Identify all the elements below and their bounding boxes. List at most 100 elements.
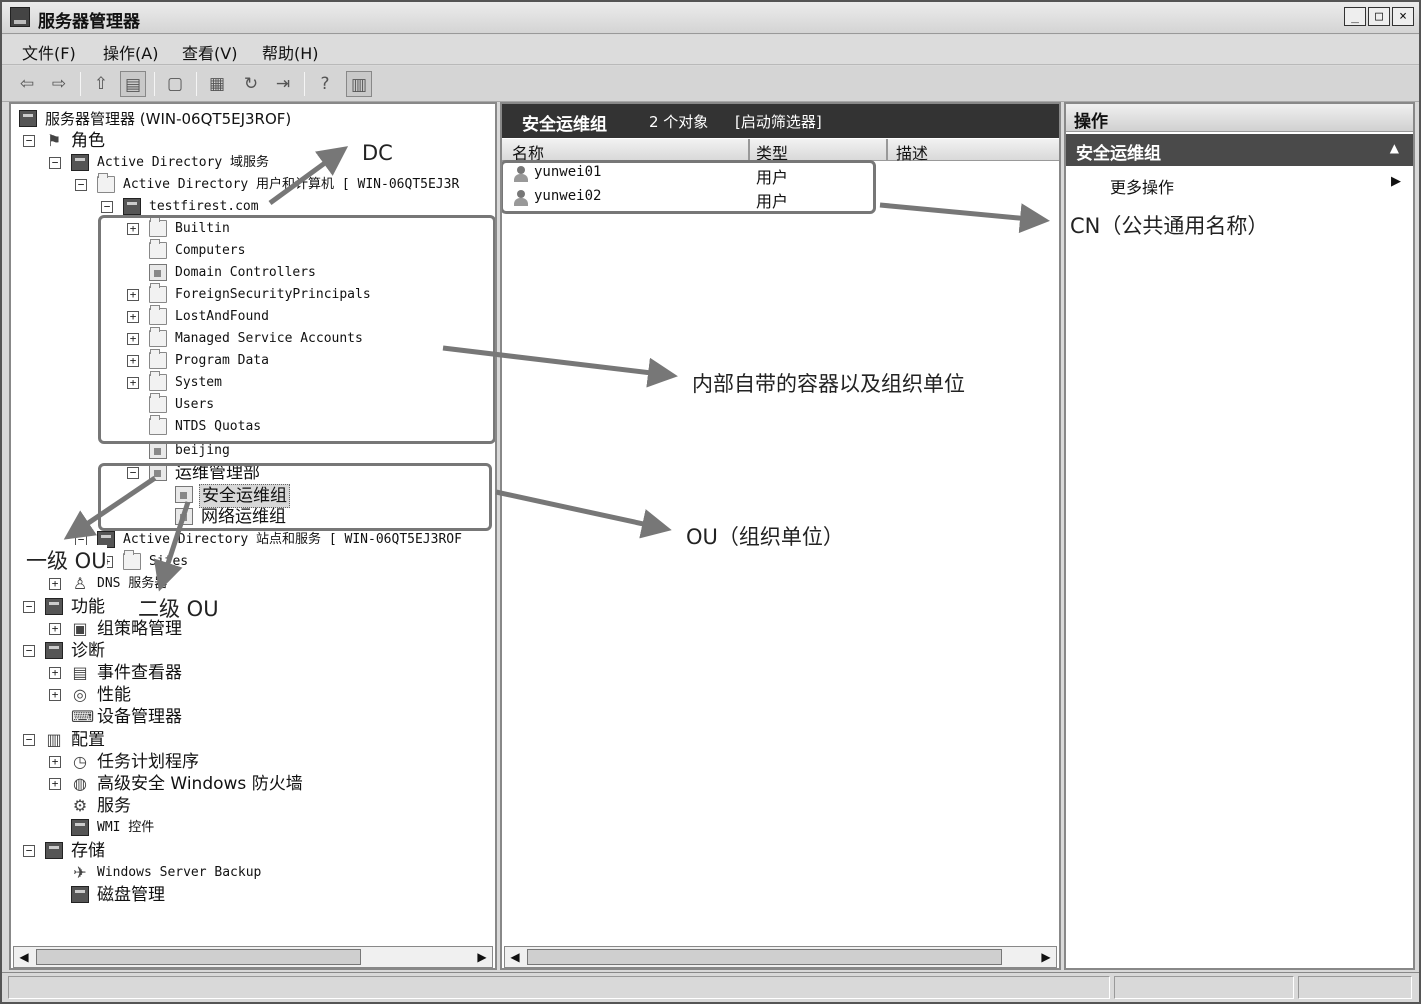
tree-item-label: WMI 控件 [97,820,155,835]
maximize-button[interactable]: □ [1368,7,1390,26]
tree-item-label: 存储 [71,841,105,861]
expand-icon[interactable]: + [49,578,61,590]
help-icon[interactable]: ? [312,71,338,97]
up-icon[interactable]: ⇧ [88,71,114,97]
actions-section-header[interactable]: 安全运维组 ▲ [1066,134,1413,166]
server-manager-app-icon [10,7,30,27]
annotation-builtin-containers: 内部自带的容器以及组织单位 [692,372,965,396]
tree-horizontal-scrollbar[interactable]: ◀ ▶ [13,946,493,968]
scrollbar-thumb[interactable] [527,949,1002,965]
back-icon[interactable]: ⇦ [14,71,40,97]
expand-icon[interactable]: + [49,623,61,635]
firewall-icon: ◍ [73,774,87,793]
object-count: 2 个对象 [649,113,709,131]
group-policy-icon: ▣ [72,619,88,638]
column-header-type[interactable]: 类型 [756,140,788,163]
status-segment [1114,976,1294,999]
tree-item-label: 性能 [97,685,131,705]
show-hide-action-icon[interactable]: ▥ [346,71,372,97]
collapse-icon[interactable]: − [23,645,35,657]
expand-icon[interactable]: + [49,667,61,679]
clock-icon: ◷ [73,752,87,771]
diagnostics-icon [45,642,63,659]
expand-icon[interactable]: + [49,689,61,701]
menu-action[interactable]: 操作(A) [103,40,158,64]
collapse-icon[interactable]: − [49,157,61,169]
results-title: 安全运维组 [522,115,607,135]
tree-item-label: 磁盘管理 [97,885,165,905]
tree-item-label: Active Directory 站点和服务 [ WIN-06QT5EJ3ROF [123,532,462,547]
roles-icon: ⚑ [46,131,62,150]
ou-icon [149,442,167,459]
menu-help[interactable]: 帮助(H) [262,40,319,64]
expand-icon[interactable]: + [49,756,61,768]
tree-item-label: Sites [149,554,189,569]
actions-section-label: 安全运维组 [1076,144,1161,164]
status-segment [8,976,1110,999]
forward-icon[interactable]: ⇨ [46,71,72,97]
device-manager-icon: ⌨ [71,707,95,726]
collapse-up-icon[interactable]: ▲ [1390,141,1399,155]
disk-icon [71,886,89,903]
collapse-icon[interactable]: − [23,135,35,147]
filter-status[interactable]: [启动筛选器] [735,111,822,132]
scroll-left-icon[interactable]: ◀ [16,949,32,965]
title-bar: 服务器管理器 _ □ × [2,2,1419,34]
annotation-ou: OU（组织单位） [686,525,844,549]
annotation-first-ou: 一级 OU [26,545,107,575]
close-button[interactable]: × [1392,7,1414,26]
status-bar [2,972,1419,1002]
column-header-name[interactable]: 名称 [512,140,544,163]
tree-item-label: 服务器管理器 (WIN-06QT5EJ3ROF) [45,110,292,128]
tree-item-label: 事件查看器 [97,663,182,683]
export-icon[interactable]: ⇥ [270,71,296,97]
actions-title: 操作 [1074,112,1108,132]
folder-icon [123,550,141,570]
server-manager-icon [19,110,37,127]
expand-icon[interactable]: + [49,778,61,790]
column-separator[interactable] [886,139,888,161]
minimize-button[interactable]: _ [1344,7,1366,26]
tree-item-label: 高级安全 Windows 防火墙 [97,774,303,794]
menu-view[interactable]: 查看(V) [182,40,237,64]
more-actions-item[interactable]: 更多操作 [1110,174,1174,198]
properties-icon[interactable]: ▦ [204,71,230,97]
tree-item-label: 诊断 [71,641,105,661]
tree-item-label: Active Directory 用户和计算机 [ WIN-06QT5EJ3R [123,177,460,192]
collapse-icon[interactable]: − [23,734,35,746]
collapse-icon[interactable]: − [23,845,35,857]
submenu-arrow-icon[interactable]: ▶ [1391,174,1401,189]
results-horizontal-scrollbar[interactable]: ◀ ▶ [504,946,1057,968]
show-hide-tree-icon[interactable]: ▤ [120,71,146,97]
scroll-right-icon[interactable]: ▶ [474,949,490,965]
toolbar-separator [196,72,197,96]
menu-file[interactable]: 文件(F) [22,40,76,64]
scrollbar-thumb[interactable] [36,949,361,965]
copy-icon[interactable]: ▢ [162,71,188,97]
column-headers: 名称 类型 描述 [502,139,1059,163]
backup-icon: ✈ [73,863,87,882]
ad-domain-services-icon [71,154,89,171]
dns-server-icon: ♙ [72,574,88,593]
status-segment [1298,976,1412,999]
features-icon [45,598,63,615]
refresh-icon[interactable]: ↻ [238,71,264,97]
toolbar: ⇦ ⇨ ⇧ ▤ ▢ ▦ ↻ ⇥ ? ▥ [2,66,1419,102]
scroll-left-icon[interactable]: ◀ [507,949,523,965]
domain-icon [123,198,141,215]
actions-header: 操作 [1066,104,1413,132]
collapse-icon[interactable]: − [75,179,87,191]
server-manager-window: 服务器管理器 _ □ × 文件(F) 操作(A) 查看(V) 帮助(H) ⇦ ⇨… [0,0,1421,1004]
collapse-icon[interactable]: − [23,601,35,613]
scroll-right-icon[interactable]: ▶ [1038,949,1054,965]
column-header-description[interactable]: 描述 [896,140,928,163]
column-separator[interactable] [748,139,750,161]
tree-item-label: Windows Server Backup [97,865,262,880]
tree-item-label: 设备管理器 [97,707,182,727]
tree-item-label: Active Directory 域服务 [97,155,270,170]
tree-item-label: 配置 [71,730,105,750]
tree-item-label: 服务 [97,796,131,816]
collapse-icon[interactable]: − [101,201,113,213]
toolbar-separator [304,72,305,96]
storage-icon [45,842,63,859]
